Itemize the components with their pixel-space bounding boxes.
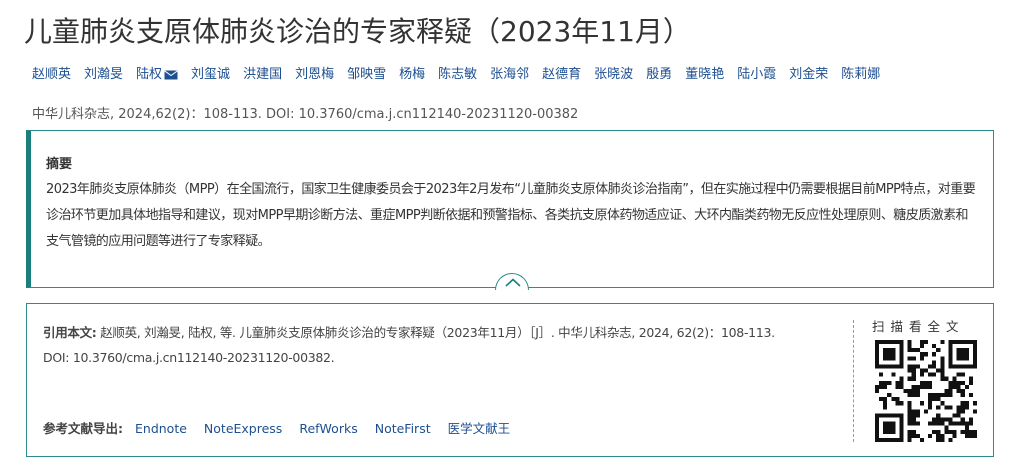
author-link[interactable]: 殷勇 (646, 64, 672, 86)
export-link[interactable]: Endnote (135, 418, 187, 440)
abstract-label: 摘要 (46, 157, 73, 172)
author-link[interactable]: 刘金荣 (789, 64, 828, 86)
author-link[interactable]: 陈志敏 (438, 64, 477, 86)
author-link[interactable]: 张晓波 (594, 64, 633, 86)
mail-icon[interactable] (164, 70, 178, 80)
author-link[interactable]: 杨梅 (399, 64, 425, 86)
citation-label: 引用本文: (43, 325, 97, 340)
abstract-text: 2023年肺炎支原体肺炎（MPP）在全国流行，国家卫生健康委员会于2023年2月… (46, 182, 976, 249)
author-link[interactable]: 刘瀚旻 (84, 64, 123, 86)
author-link[interactable]: 陈莉娜 (841, 64, 880, 86)
article-title: 儿童肺炎支原体肺炎诊治的专家释疑（2023年11月） (24, 15, 691, 48)
author-link[interactable]: 陆权 (136, 64, 162, 86)
chevron-up-icon (505, 278, 521, 287)
author-list: 赵顺英 刘瀚旻 陆权 刘玺诚 洪建国 刘恩梅 邹映雪 杨梅 陈志敏 张海邻 赵德育 张晓波 殷勇 董晓艳陆… (32, 64, 893, 86)
article-page: 儿童肺炎支原体肺炎诊治的专家释疑（2023年11月） 赵顺英 刘瀚旻 陆权 刘玺诚 洪建… (0, 0, 1022, 462)
author-link[interactable]: 张海邻 (490, 64, 529, 86)
export-label: 参考文献导出: (43, 421, 123, 436)
author-link[interactable]: 刘恩梅 (295, 64, 334, 86)
citation-panel: 引用本文: 赵顺英, 刘瀚旻, 陆权, 等. 儿童肺炎支原体肺炎诊治的专家释疑（… (26, 303, 994, 457)
export-link[interactable]: RefWorks (299, 418, 357, 440)
abstract-collapse-button[interactable] (495, 273, 529, 290)
citation-text: 赵顺英, 刘瀚旻, 陆权, 等. 儿童肺炎支原体肺炎诊治的专家释疑（2023年1… (43, 325, 775, 365)
author-link[interactable]: 刘玺诚 (191, 64, 230, 86)
export-link[interactable]: 医学文献王 (448, 418, 511, 440)
abstract-panel: 摘要 2023年肺炎支原体肺炎（MPP）在全国流行，国家卫生健康委员会于2023… (26, 130, 994, 290)
qr-code-icon[interactable] (875, 340, 977, 442)
qr-label: 扫描看全文 (872, 319, 965, 334)
citation-block: 引用本文: 赵顺英, 刘瀚旻, 陆权, 等. 儿童肺炎支原体肺炎诊治的专家释疑（… (43, 320, 783, 370)
author-link[interactable]: 赵德育 (542, 64, 581, 86)
author-link[interactable]: 邹映雪 (347, 64, 386, 86)
journal-info: 中华儿科杂志, 2024,62(2)：108-113. DOI: 10.3760… (32, 107, 579, 122)
author-link[interactable]: 董晓艳 (685, 64, 724, 86)
author-link[interactable]: 洪建国 (243, 64, 282, 86)
author-link[interactable]: 陆小霞 (737, 64, 776, 86)
export-link[interactable]: NoteFirst (375, 418, 431, 440)
export-row: 参考文献导出: Endnote NoteExpress RefWorks NoteFi… (43, 418, 527, 440)
divider (853, 320, 854, 442)
export-link[interactable]: NoteExpress (204, 418, 282, 440)
author-link[interactable]: 赵顺英 (32, 64, 71, 86)
